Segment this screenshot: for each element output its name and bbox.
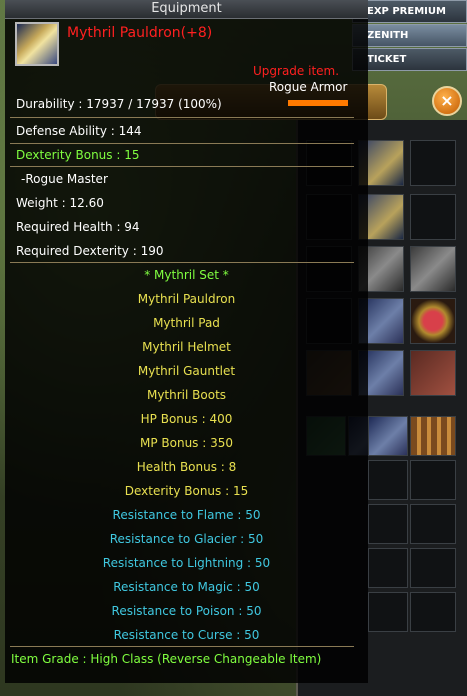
divider (10, 143, 354, 144)
divider (10, 166, 354, 167)
item-grade: Item Grade : High Class (Reverse Changea… (11, 652, 322, 666)
item-type: Rogue Armor (269, 80, 348, 94)
inventory-slot[interactable] (410, 460, 456, 500)
resistance: Resistance to Curse : 50 (113, 628, 260, 642)
inventory-slot[interactable] (368, 460, 408, 500)
divider (10, 646, 354, 647)
stat-dexterity: Dexterity Bonus : 15 (16, 148, 140, 162)
inventory-slot[interactable] (410, 350, 456, 396)
durability-text: Durability : 17937 / 17937 (100%) (16, 97, 222, 111)
weight: Weight : 12.60 (16, 196, 104, 210)
menu-zenith[interactable]: ZENITH (352, 24, 467, 47)
item-tooltip: Equipment Mythril Pauldron(+8) Upgrade i… (5, 0, 368, 683)
set-item: Mythril Gauntlet (137, 364, 236, 378)
pauldron-icon (15, 22, 59, 66)
set-item: Mythril Helmet (142, 340, 231, 354)
set-bonus: HP Bonus : 400 (140, 412, 233, 426)
resistance: Resistance to Magic : 50 (113, 580, 260, 594)
inventory-slot[interactable] (368, 504, 408, 544)
inventory-slot[interactable] (410, 194, 456, 240)
inventory-slot[interactable] (410, 298, 456, 344)
inventory-slot[interactable] (410, 140, 456, 186)
resistance: Resistance to Poison : 50 (111, 604, 262, 618)
inventory-slot[interactable] (410, 504, 456, 544)
close-icon[interactable]: × (432, 86, 462, 116)
inventory-slot[interactable] (368, 592, 408, 632)
required-health: Required Health : 94 (16, 220, 140, 234)
resistance: Resistance to Lightning : 50 (102, 556, 271, 570)
tooltip-title: Equipment (5, 0, 368, 19)
class-requirement: -Rogue Master (21, 172, 108, 186)
resistance: Resistance to Flame : 50 (112, 508, 261, 522)
inventory-slot[interactable] (368, 416, 408, 456)
durability-bar (288, 100, 348, 106)
resistance: Resistance to Glacier : 50 (109, 532, 264, 546)
set-item: Mythril Pauldron (137, 292, 236, 306)
upgrade-note: Upgrade item. (253, 64, 340, 78)
inventory-slot[interactable] (410, 592, 456, 632)
set-bonus: Health Bonus : 8 (136, 460, 237, 474)
inventory-slot[interactable] (410, 246, 456, 292)
menu-exp-premium[interactable]: EXP PREMIUM (352, 0, 467, 23)
inventory-slot[interactable] (410, 548, 456, 588)
divider (10, 117, 354, 118)
set-bonus: Dexterity Bonus : 15 (124, 484, 249, 498)
inventory-slot[interactable] (410, 416, 456, 456)
item-name: Mythril Pauldron(+8) (67, 25, 213, 41)
set-item: Mythril Pad (153, 316, 220, 330)
set-bonus: MP Bonus : 350 (139, 436, 234, 450)
stat-defense: Defense Ability : 144 (16, 124, 142, 138)
divider (10, 262, 354, 263)
set-item: Mythril Boots (146, 388, 227, 402)
menu-ticket[interactable]: TICKET (352, 48, 467, 71)
required-dexterity: Required Dexterity : 190 (16, 244, 164, 258)
top-right-menu: EXP PREMIUM ZENITH TICKET (352, 0, 467, 72)
set-title: * Mythril Set * (144, 268, 229, 282)
inventory-slot[interactable] (368, 548, 408, 588)
